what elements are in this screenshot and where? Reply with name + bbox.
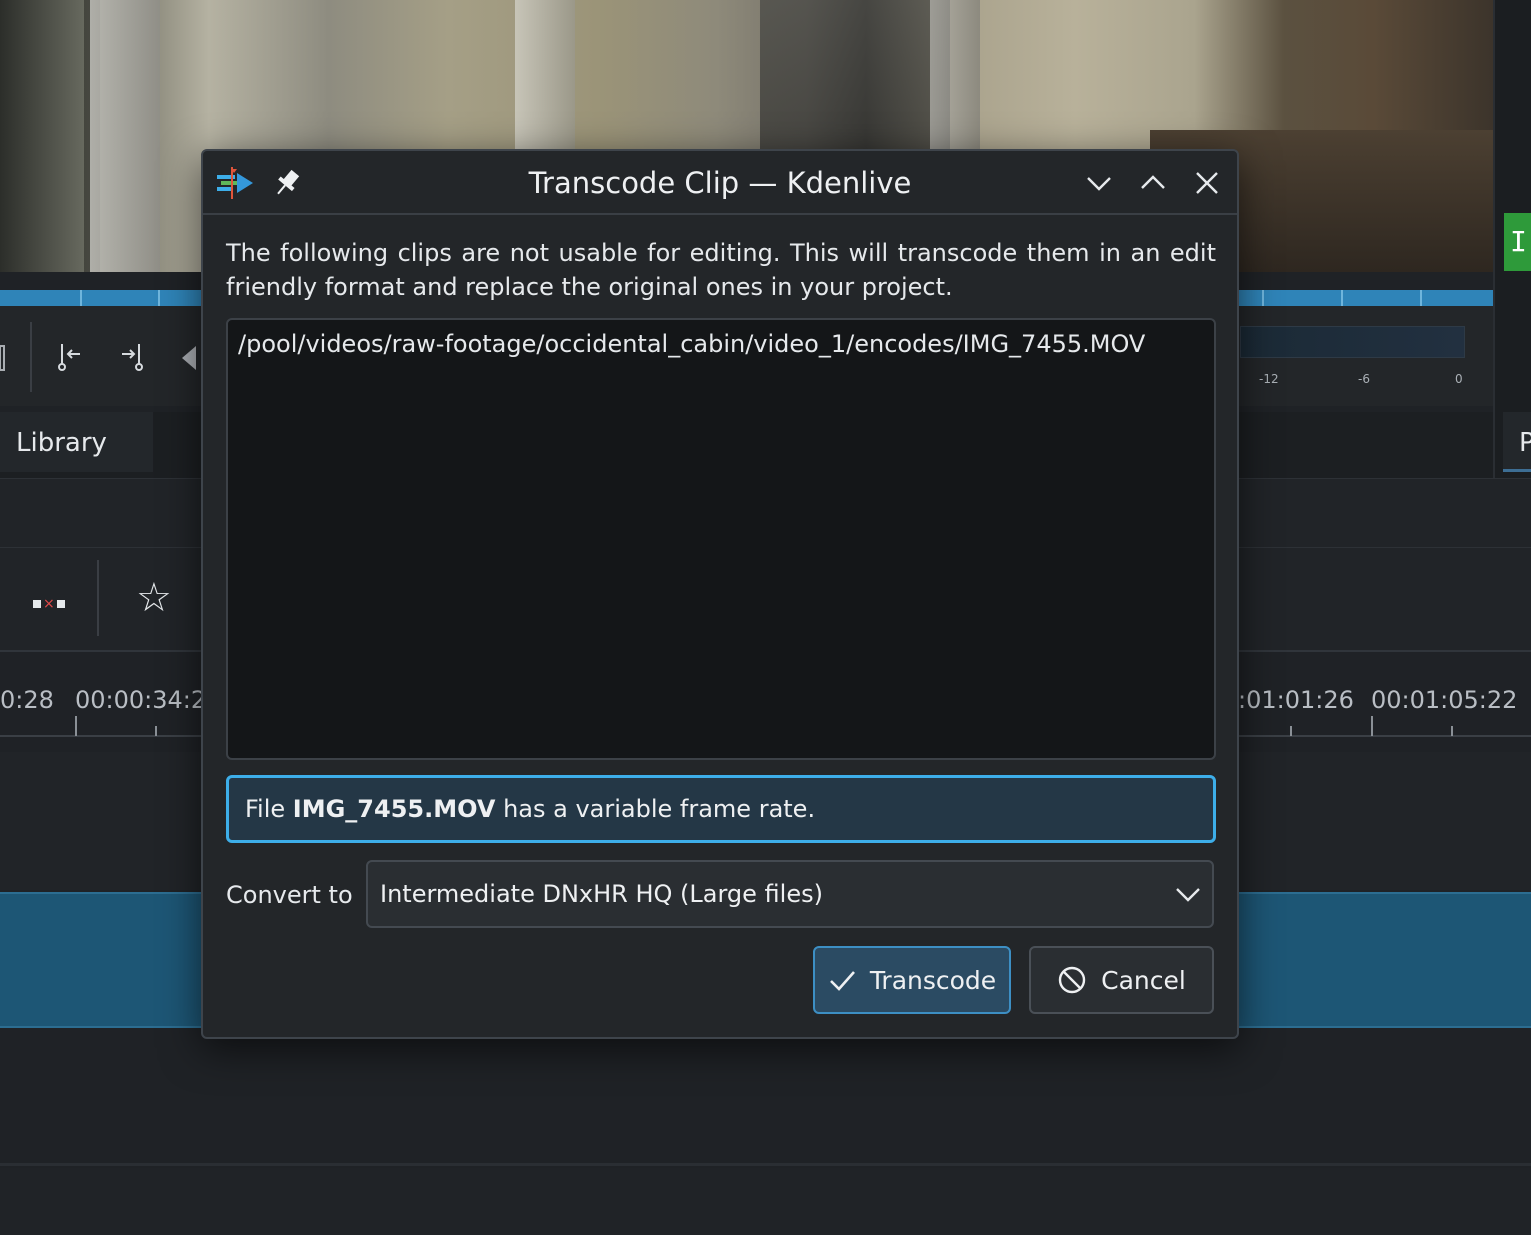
video-frame-post: [90, 0, 160, 272]
scrub-tick: [1341, 290, 1343, 306]
green-status-tag: I: [1504, 213, 1531, 271]
audio-meter: [1240, 322, 1470, 362]
toolbar-separator: [30, 322, 32, 392]
convert-profile-select[interactable]: Intermediate DNxHR HQ (Large files): [366, 860, 1214, 928]
scrub-tick: [158, 290, 160, 306]
set-zone-in-icon[interactable]: [56, 342, 84, 372]
scrub-tick: [80, 290, 82, 306]
ruler-tick: [155, 726, 157, 736]
toolbar-separator: [97, 560, 99, 636]
convert-to-label: Convert to: [226, 881, 353, 909]
list-item[interactable]: /pool/videos/raw-footage/occidental_cabi…: [238, 330, 1204, 358]
info-suffix: has a variable frame rate.: [495, 795, 816, 823]
checkmark-icon: [829, 971, 855, 991]
clip-file-list[interactable]: /pool/videos/raw-footage/occidental_cabi…: [226, 318, 1216, 760]
timeline-track: [0, 1030, 1531, 1166]
transcode-button[interactable]: Transcode: [813, 946, 1011, 1014]
ruler-timecode: 00:01:05:22: [1371, 686, 1518, 714]
info-prefix: File: [245, 795, 293, 823]
audio-meter-bar: [1240, 326, 1465, 358]
transcode-button-label: Transcode: [869, 965, 997, 995]
audio-meter-label: -12: [1259, 372, 1279, 386]
chevron-down-icon: [1176, 888, 1200, 902]
audio-meter-label: -6: [1358, 372, 1370, 386]
ruler-timecode: 0:28: [0, 686, 54, 714]
set-zone-out-icon[interactable]: [118, 342, 148, 372]
close-button[interactable]: [1189, 165, 1225, 201]
maximize-button[interactable]: [1135, 165, 1171, 201]
previous-frame-icon[interactable]: [180, 344, 202, 372]
pin-icon[interactable]: [270, 168, 304, 198]
chevron-up-icon: [1141, 175, 1165, 189]
scrub-tick: [1420, 290, 1422, 306]
info-filename: IMG_7455.MOV: [292, 795, 496, 823]
ruler-timecode: :01:01:26: [1238, 686, 1354, 714]
cancel-button-label: Cancel: [1101, 965, 1186, 995]
dialog-titlebar[interactable]: Transcode Clip — Kdenlive: [203, 151, 1237, 215]
chevron-down-icon: [1087, 177, 1111, 191]
scrub-tick: [1262, 290, 1264, 306]
audio-meter-label: 0: [1455, 372, 1463, 386]
toolbar-edge-icon: [0, 345, 5, 371]
tab-library[interactable]: Library: [0, 412, 153, 472]
ruler-tick: [1290, 726, 1292, 736]
ruler-tick: [75, 716, 77, 736]
ruler-tick: [1371, 716, 1373, 736]
ruler-tick: [1451, 726, 1453, 736]
convert-profile-value: Intermediate DNxHR HQ (Large files): [380, 880, 823, 908]
minimize-button[interactable]: [1081, 165, 1117, 201]
tab-project[interactable]: P: [1503, 412, 1531, 472]
variable-framerate-info: File IMG_7455.MOV has a variable frame r…: [226, 775, 1216, 843]
cancel-icon: [1058, 966, 1086, 994]
dialog-message: The following clips are not usable for e…: [226, 239, 1216, 301]
star-icon[interactable]: ☆: [136, 578, 172, 618]
close-icon: [1196, 172, 1218, 194]
cancel-button[interactable]: Cancel: [1029, 946, 1214, 1014]
remove-zone-icon[interactable]: ×: [33, 596, 65, 612]
timeline-track: [0, 1168, 1531, 1235]
ruler-timecode: 00:00:34:24: [75, 686, 222, 714]
transcode-dialog: Transcode Clip — Kdenlive The following …: [201, 149, 1239, 1039]
